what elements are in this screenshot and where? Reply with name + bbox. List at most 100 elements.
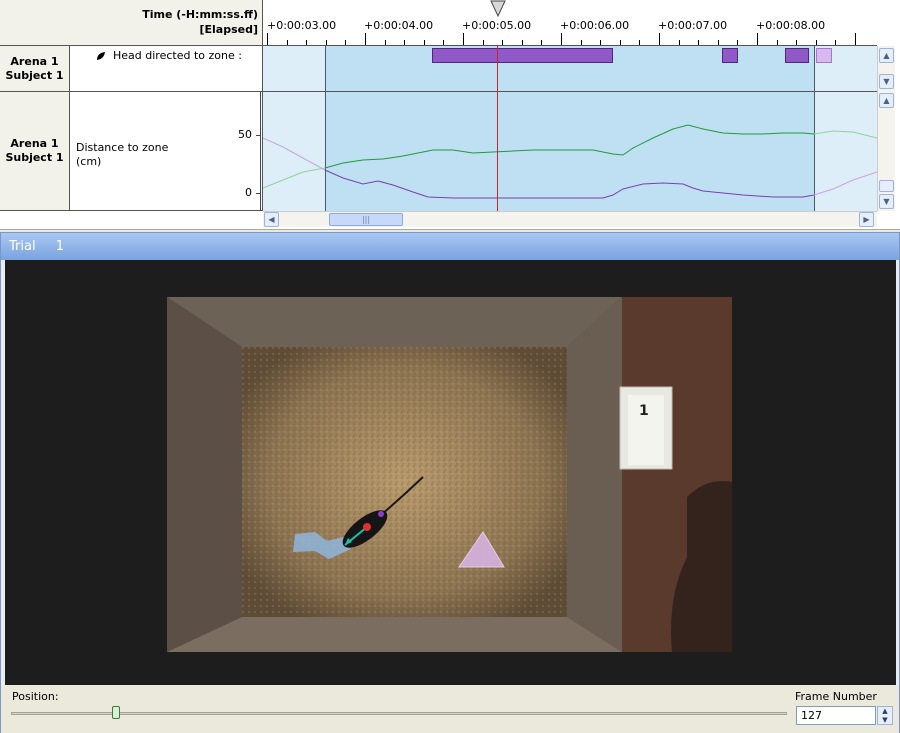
spin-up-arrow-icon[interactable]: ▲ xyxy=(878,707,892,716)
tick-label: +0:00:05.00 xyxy=(462,19,532,32)
trial-number: 1 xyxy=(55,239,64,254)
tail-point xyxy=(378,511,384,517)
graph-line-green-outside xyxy=(263,167,326,189)
axis-label-0: 0 xyxy=(245,186,252,199)
ruler-tick xyxy=(757,33,758,45)
arena-sign: 1 xyxy=(639,403,649,419)
tick-label: +0:00:04.00 xyxy=(364,19,434,32)
tick-label: +0:00:03.00 xyxy=(267,19,337,32)
time-header-subtitle: [Elapsed] xyxy=(199,23,258,36)
track-area[interactable] xyxy=(263,46,877,211)
ruler-tick xyxy=(561,33,562,45)
position-slider-track[interactable] xyxy=(11,712,787,715)
ruler-tick xyxy=(678,40,680,45)
ruler-tick xyxy=(698,40,700,45)
arena-label: Arena 1 xyxy=(10,137,59,150)
ruler-tick xyxy=(345,40,347,45)
ruler-tick xyxy=(325,40,327,45)
subject-label: Subject 1 xyxy=(5,151,64,164)
scroll-right-arrow-icon[interactable]: ▶ xyxy=(859,212,874,227)
playback-controls: Position: Frame Number 127 ▲ ▼ xyxy=(1,685,899,733)
ruler-tick xyxy=(541,40,543,45)
scroll-down-arrow-icon[interactable]: ▼ xyxy=(879,194,894,209)
spin-down-arrow-icon[interactable]: ▼ xyxy=(878,716,892,725)
ruler-tick xyxy=(619,40,621,45)
row1-vertical-scrollbar[interactable]: ▲ ▼ xyxy=(877,46,895,92)
axis-line xyxy=(260,92,261,211)
center-point xyxy=(363,523,371,531)
tick-label: +0:00:06.00 xyxy=(560,19,630,32)
ruler-tick xyxy=(521,40,523,45)
scroll-thumb[interactable] xyxy=(879,180,894,192)
graph-line-green-outside xyxy=(813,130,877,139)
event-bar[interactable] xyxy=(785,48,809,63)
ruler-tick xyxy=(443,40,445,45)
ruler-tick xyxy=(796,40,798,45)
tick-label: +0:00:07.00 xyxy=(658,19,728,32)
ruler-tick xyxy=(365,33,366,45)
ruler-tick xyxy=(815,40,817,45)
trial-title: Trial xyxy=(9,239,36,254)
axis-tick xyxy=(256,193,260,194)
ruler-tick xyxy=(835,40,837,45)
ruler-tick xyxy=(776,40,778,45)
ruler-tick xyxy=(659,33,660,45)
scroll-thumb[interactable]: ||| xyxy=(329,213,403,226)
position-slider-thumb[interactable] xyxy=(111,706,120,719)
frame-number-label: Frame Number xyxy=(795,690,877,703)
timeline-panel: Time (-H:mm:ss.ff) [Elapsed] +0:00:03.00… xyxy=(0,0,900,230)
row2-vertical-scrollbar[interactable]: ▲ ▼ xyxy=(877,92,895,211)
ruler-tick xyxy=(502,40,504,45)
scroll-left-arrow-icon[interactable]: ◀ xyxy=(264,212,279,227)
playhead-triangle-icon[interactable] xyxy=(490,0,506,18)
ruler-tick xyxy=(737,40,739,45)
ruler-tick xyxy=(267,33,268,45)
axis-label-50: 50 xyxy=(238,128,252,141)
subject-label: Subject 1 xyxy=(5,68,64,82)
ruler-tick xyxy=(404,40,406,45)
frame-number-input[interactable]: 127 xyxy=(796,706,876,725)
app-window: Time (-H:mm:ss.ff) [Elapsed] +0:00:03.00… xyxy=(0,0,900,733)
time-ruler[interactable]: +0:00:03.00 +0:00:04.00 +0:00:05.00 +0:0… xyxy=(263,0,877,46)
position-label: Position: xyxy=(12,690,59,703)
variable-unit: (cm) xyxy=(76,155,102,168)
ruler-tick xyxy=(717,40,719,45)
graph-line-purple-outside xyxy=(263,137,326,171)
trial-title-bar: Trial 1 xyxy=(1,233,899,260)
ruler-tick xyxy=(286,40,288,45)
video-frame: 1 xyxy=(5,260,896,685)
graph-line-purple xyxy=(324,169,815,199)
ruler-tick xyxy=(855,33,856,45)
graph-line-green xyxy=(324,124,815,169)
variable-name: Distance to zone xyxy=(76,141,169,154)
trial-window: Trial 1 1 Position: Frame Number 127 ▲ ▼ xyxy=(0,232,900,733)
ruler-tick xyxy=(306,40,308,45)
distance-graph xyxy=(263,124,877,199)
ruler-tick xyxy=(384,40,386,45)
ruler-tick xyxy=(463,33,464,45)
ruler-tick xyxy=(423,40,425,45)
ruler-tick xyxy=(580,40,582,45)
event-bar-outside[interactable] xyxy=(816,48,832,63)
leaf-icon xyxy=(97,52,105,60)
playhead-line[interactable] xyxy=(497,46,498,211)
graph-line-purple-outside xyxy=(813,171,877,196)
time-header: Time (-H:mm:ss.ff) [Elapsed] xyxy=(0,0,263,46)
ruler-tick xyxy=(482,40,484,45)
variable-name: Head directed to zone : xyxy=(113,49,242,62)
variable-cell-head-directed: Head directed to zone : xyxy=(70,46,263,92)
ruler-tick xyxy=(639,40,641,45)
video-image[interactable]: 1 xyxy=(167,297,732,652)
scroll-up-arrow-icon[interactable]: ▲ xyxy=(879,48,894,63)
event-bar[interactable] xyxy=(432,48,613,63)
event-bar[interactable] xyxy=(722,48,738,63)
scroll-up-arrow-icon[interactable]: ▲ xyxy=(879,93,894,108)
variable-cell-distance: Distance to zone (cm) 50 0 xyxy=(70,92,263,211)
timeline-horizontal-scrollbar[interactable]: ◀ ||| ▶ xyxy=(263,211,877,227)
frame-number-spinner[interactable]: ▲ ▼ xyxy=(877,706,893,725)
arena-label: Arena 1 xyxy=(10,54,59,68)
scroll-down-arrow-icon[interactable]: ▼ xyxy=(879,74,894,89)
axis-tick xyxy=(256,135,260,136)
tick-label: +0:00:08.00 xyxy=(756,19,826,32)
time-header-title: Time (-H:mm:ss.ff) xyxy=(142,8,258,21)
